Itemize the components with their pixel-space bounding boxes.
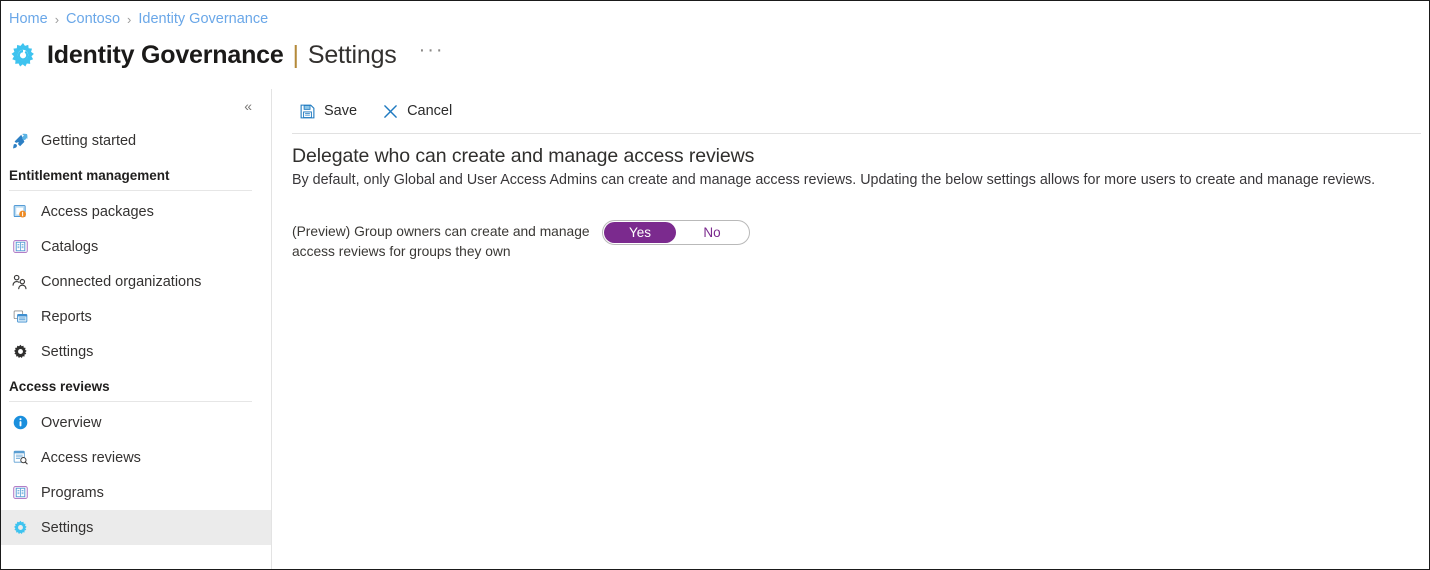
- breadcrumb-separator-icon: ›: [54, 11, 60, 27]
- sidebar-item-label: Reports: [41, 308, 92, 325]
- sidebar-item-label: Access packages: [41, 203, 154, 220]
- sidebar-item-overview[interactable]: Overview: [1, 405, 271, 440]
- sidebar-item-settings[interactable]: Settings: [1, 510, 271, 545]
- breadcrumb-item-contoso[interactable]: Contoso: [66, 11, 120, 27]
- cancel-label: Cancel: [407, 103, 453, 119]
- page-title-divider: |: [292, 40, 300, 69]
- breadcrumb-item-identity-governance[interactable]: Identity Governance: [138, 11, 268, 27]
- sidebar-section-divider: [9, 401, 252, 402]
- setting-label: (Preview) Group owners can create and ma…: [292, 223, 590, 259]
- sidebar-item-connected-organizations[interactable]: Connected organizations: [1, 264, 271, 299]
- people-icon: [9, 272, 31, 292]
- save-icon: [298, 102, 316, 120]
- gear-icon: [9, 518, 31, 538]
- sidebar-item-label: Catalogs: [41, 238, 99, 255]
- sidebar-item-getting-started[interactable]: Getting started: [1, 123, 271, 158]
- breadcrumb-separator-icon: ›: [127, 11, 132, 27]
- more-options-button[interactable]: ···: [419, 40, 445, 60]
- sidebar-item-label: Programs: [41, 484, 104, 501]
- command-bar: Save Cancel: [272, 89, 1429, 133]
- sidebar-section-entitlement-management: Entitlement management: [1, 158, 271, 191]
- sidebar-item-label: Connected organizations: [41, 273, 202, 290]
- sidebar-collapse-row: «: [1, 89, 271, 123]
- save-label: Save: [324, 103, 358, 119]
- chevron-double-left-icon[interactable]: «: [241, 97, 255, 115]
- breadcrumb-item-home[interactable]: Home: [9, 11, 48, 27]
- main-content: Save Cancel Delegate who can create and …: [272, 89, 1429, 569]
- azure-portal-screen: Home › Contoso › Identity Governance Ide…: [0, 0, 1430, 570]
- gear-dark-icon: [9, 342, 31, 362]
- package-icon: [9, 202, 31, 222]
- sidebar-item-programs[interactable]: Programs: [1, 475, 271, 510]
- sidebar-item-settings-entitlement[interactable]: Settings: [1, 334, 271, 369]
- page-title-sub: Settings: [307, 40, 397, 69]
- breadcrumb: Home › Contoso › Identity Governance: [9, 9, 268, 29]
- toggle-option-no[interactable]: No: [676, 222, 748, 243]
- page-title-row: Identity Governance | Settings ···: [7, 34, 445, 76]
- sidebar-section-divider: [9, 190, 252, 191]
- sidebar-item-access-reviews[interactable]: Access reviews: [1, 440, 271, 475]
- panel-description: By default, only Global and User Access …: [292, 172, 1376, 188]
- sidebar-item-label: Settings: [41, 519, 94, 536]
- panel-heading: Delegate who can create and manage acces…: [292, 145, 755, 167]
- sidebar-section-title: Access reviews: [9, 379, 110, 394]
- page-title: Identity Governance | Settings: [47, 41, 397, 70]
- save-button[interactable]: Save: [292, 96, 363, 126]
- info-icon: [9, 413, 31, 433]
- sidebar-item-label: Getting started: [41, 132, 137, 149]
- gear-icon: [7, 39, 39, 71]
- sidebar-item-label: Access reviews: [41, 449, 141, 466]
- settings-panel: Delegate who can create and manage acces…: [272, 134, 1429, 262]
- sidebar-section-title: Entitlement management: [9, 168, 170, 183]
- group-owners-toggle[interactable]: Yes No: [602, 219, 750, 245]
- sidebar-item-access-packages[interactable]: Access packages: [1, 194, 271, 229]
- book-icon: [9, 483, 31, 503]
- sidebar-item-reports[interactable]: Reports: [1, 299, 271, 334]
- setting-row-group-owners: (Preview) Group owners can create and ma…: [292, 219, 1409, 262]
- toggle-option-yes[interactable]: Yes: [604, 221, 676, 243]
- book-icon: [9, 237, 31, 257]
- sidebar-item-label: Settings: [41, 343, 94, 360]
- sidebar-item-catalogs[interactable]: Catalogs: [1, 229, 271, 264]
- sidebar-item-label: Overview: [41, 414, 102, 431]
- sidebar-section-access-reviews: Access reviews: [1, 369, 271, 402]
- cancel-button[interactable]: Cancel: [375, 96, 458, 126]
- rocket-icon: [9, 131, 31, 151]
- list-search-icon: [9, 448, 31, 468]
- close-icon: [381, 102, 399, 120]
- page-title-main: Identity Governance: [47, 40, 284, 69]
- sidebar: « Getting started Entitlement management: [1, 89, 272, 569]
- report-icon: [9, 307, 31, 327]
